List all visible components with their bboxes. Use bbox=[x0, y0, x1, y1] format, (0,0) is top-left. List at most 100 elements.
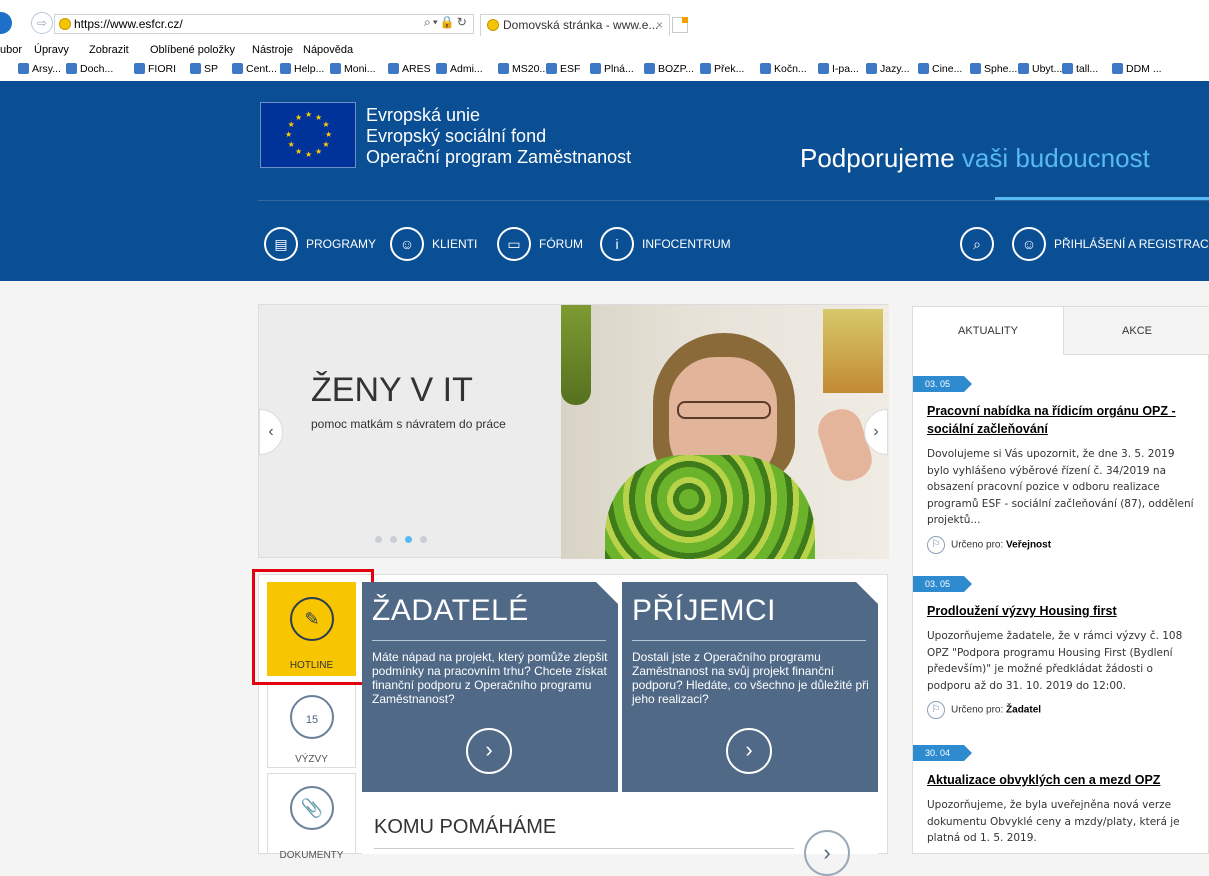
eu-star-icon: ★ bbox=[287, 120, 295, 129]
audience-value: Veřejnost bbox=[1006, 539, 1052, 551]
card-corner bbox=[856, 582, 878, 604]
slider-dots bbox=[375, 530, 435, 548]
tab-aktuality[interactable]: AKTUALITY bbox=[913, 307, 1064, 355]
favorite-icon bbox=[1112, 63, 1123, 74]
news-title[interactable]: Aktualizace obvyklých cen a mezd OPZ bbox=[927, 771, 1197, 789]
favorite-icon bbox=[546, 63, 557, 74]
site-header: ★ ★ ★ ★ ★ ★ ★ ★ ★ ★ ★ ★ Evropská unie Evropský soci… bbox=[0, 81, 1209, 281]
favorite-link[interactable]: ARES bbox=[388, 63, 431, 75]
komu-pomahame-card[interactable]: KOMU POMÁHÁME › bbox=[362, 798, 878, 876]
favorite-link[interactable]: Cent... bbox=[232, 63, 277, 75]
header-divider bbox=[258, 200, 1209, 201]
favorite-link[interactable]: Ubyt... bbox=[1018, 63, 1062, 75]
favorite-link[interactable]: SP bbox=[190, 63, 218, 75]
favorite-label: BOZP... bbox=[658, 63, 694, 75]
eu-star-icon: ★ bbox=[305, 110, 313, 119]
slider-dot[interactable] bbox=[420, 536, 427, 543]
menu-item-oblibene[interactable]: Oblíbené položky bbox=[150, 44, 235, 56]
favorite-label: Sphe... bbox=[984, 63, 1018, 75]
tab-close-icon[interactable]: × bbox=[656, 15, 663, 35]
eu-star-icon: ★ bbox=[295, 147, 303, 157]
favorite-link[interactable]: Cine... bbox=[918, 63, 962, 75]
menu-item-napoveda[interactable]: Nápověda bbox=[303, 44, 353, 56]
favorite-icon bbox=[1062, 63, 1073, 74]
photo-person-glasses bbox=[677, 401, 771, 419]
favorite-icon bbox=[436, 63, 447, 74]
favorite-label: DDM ... bbox=[1126, 63, 1162, 75]
slide-title[interactable]: ŽENY V IT bbox=[311, 371, 473, 410]
zadatele-arrow-button[interactable]: › bbox=[466, 728, 512, 774]
favorite-icon bbox=[18, 63, 29, 74]
menu-item-upravy[interactable]: Úpravy bbox=[34, 44, 69, 56]
paperclip-icon: 📎 bbox=[290, 786, 334, 830]
card-divider bbox=[632, 640, 866, 641]
photo-plant bbox=[561, 305, 591, 405]
chat-bubble-icon: ▭ bbox=[497, 227, 531, 261]
favorite-link[interactable]: Doch... bbox=[66, 63, 113, 75]
forward-button[interactable]: ⇨ bbox=[31, 12, 53, 34]
address-row: ⇨ https://www.esfcr.cz/ ⌕▾🔒↻ Domovská st… bbox=[0, 0, 1209, 40]
menu-item-soubor[interactable]: ubor bbox=[0, 44, 22, 56]
slider-dot[interactable] bbox=[405, 536, 412, 543]
favorite-link[interactable]: Arsy... bbox=[18, 63, 61, 75]
news-body: Upozorňujeme, že byla uveřejněna nová ve… bbox=[927, 799, 1180, 844]
dokumenty-tile[interactable]: 📎 DOKUMENTY bbox=[267, 773, 356, 861]
prijemci-arrow-button[interactable]: › bbox=[726, 728, 772, 774]
tab-akce[interactable]: AKCE bbox=[1064, 307, 1209, 355]
new-tab-button[interactable] bbox=[672, 17, 688, 33]
favorite-link[interactable]: FIORI bbox=[134, 63, 176, 75]
favorite-icon bbox=[644, 63, 655, 74]
tagline-part-2: vaši budoucnost bbox=[961, 143, 1150, 173]
favorite-label: SP bbox=[204, 63, 219, 75]
favorite-icon bbox=[918, 63, 929, 74]
back-button[interactable] bbox=[0, 12, 12, 34]
favorite-icon bbox=[818, 63, 829, 74]
news-body: Dovolujeme si Vás upozornit, že dne 3. 5… bbox=[927, 448, 1194, 526]
slider-prev-button[interactable]: ‹ bbox=[259, 409, 283, 455]
eu-program-title[interactable]: Evropská unie Evropský sociální fond Ope… bbox=[366, 105, 631, 168]
vyzvy-tile[interactable]: 15 VÝZVY bbox=[267, 682, 356, 768]
favorite-link[interactable]: I-pa... bbox=[818, 63, 859, 75]
favorite-icon bbox=[1018, 63, 1029, 74]
slider-dot[interactable] bbox=[375, 536, 382, 543]
komu-arrow-button[interactable]: › bbox=[804, 830, 850, 876]
slider-dot[interactable] bbox=[390, 536, 397, 543]
browser-tab[interactable]: Domovská stránka - www.e... × bbox=[480, 14, 670, 36]
prijemci-card[interactable]: PŘÍJEMCI Dostali jste z Operačního progr… bbox=[622, 582, 878, 792]
favorite-link[interactable]: BOZP... bbox=[644, 63, 694, 75]
favorite-label: FIORI bbox=[148, 63, 176, 75]
menu-item-zobrazit[interactable]: Zobrazit bbox=[89, 44, 129, 56]
address-tools[interactable]: ⌕▾🔒↻ bbox=[424, 15, 469, 30]
favorite-link[interactable]: Kočn... bbox=[760, 63, 807, 75]
eu-star-icon: ★ bbox=[315, 112, 323, 122]
favorite-link[interactable]: DDM ... bbox=[1112, 63, 1162, 75]
document-list-icon: ▤ bbox=[264, 227, 298, 261]
eu-flag-logo[interactable]: ★ ★ ★ ★ ★ ★ ★ ★ ★ ★ ★ ★ bbox=[260, 102, 356, 168]
favorite-link[interactable]: Jazy... bbox=[866, 63, 910, 75]
favorite-link[interactable]: MS20... bbox=[498, 63, 548, 75]
eu-star-icon: ★ bbox=[322, 120, 330, 129]
slide-photo[interactable] bbox=[561, 305, 889, 559]
favorite-link[interactable]: Přek... bbox=[700, 63, 744, 75]
news-title[interactable]: Pracovní nabídka na řídicím orgánu OPZ -… bbox=[927, 402, 1197, 438]
zadatele-card[interactable]: ŽADATELÉ Máte nápad na projekt, který po… bbox=[362, 582, 618, 792]
favorite-link[interactable]: Plná... bbox=[590, 63, 634, 75]
card-corner bbox=[596, 582, 618, 604]
nav-programy-label: PROGRAMY bbox=[306, 237, 377, 251]
favorite-label: ESF bbox=[560, 63, 581, 75]
favorite-link[interactable]: Sphe... bbox=[970, 63, 1017, 75]
favorite-link[interactable]: Moni... bbox=[330, 63, 376, 75]
photo-person-scarf bbox=[605, 455, 815, 559]
news-title[interactable]: Prodloužení výzvy Housing first bbox=[927, 602, 1197, 620]
dokumenty-label: DOKUMENTY bbox=[279, 850, 344, 861]
hero-slider[interactable]: ŽENY V IT pomoc matkám s návratem do prá… bbox=[258, 304, 889, 559]
menu-item-nastroje[interactable]: Nástroje bbox=[252, 44, 293, 56]
favorite-link[interactable]: Help... bbox=[280, 63, 324, 75]
favorite-link[interactable]: ESF bbox=[546, 63, 580, 75]
vyzvy-label: VÝZVY bbox=[295, 754, 328, 765]
favorites-bar: Arsy... Doch... FIORI SP Cent... Help... Moni.… bbox=[0, 61, 1209, 79]
address-bar[interactable]: https://www.esfcr.cz/ bbox=[54, 14, 474, 34]
user-icon: ☺ bbox=[1012, 227, 1046, 261]
favorite-link[interactable]: tall... bbox=[1062, 63, 1098, 75]
favorite-link[interactable]: Admi... bbox=[436, 63, 483, 75]
